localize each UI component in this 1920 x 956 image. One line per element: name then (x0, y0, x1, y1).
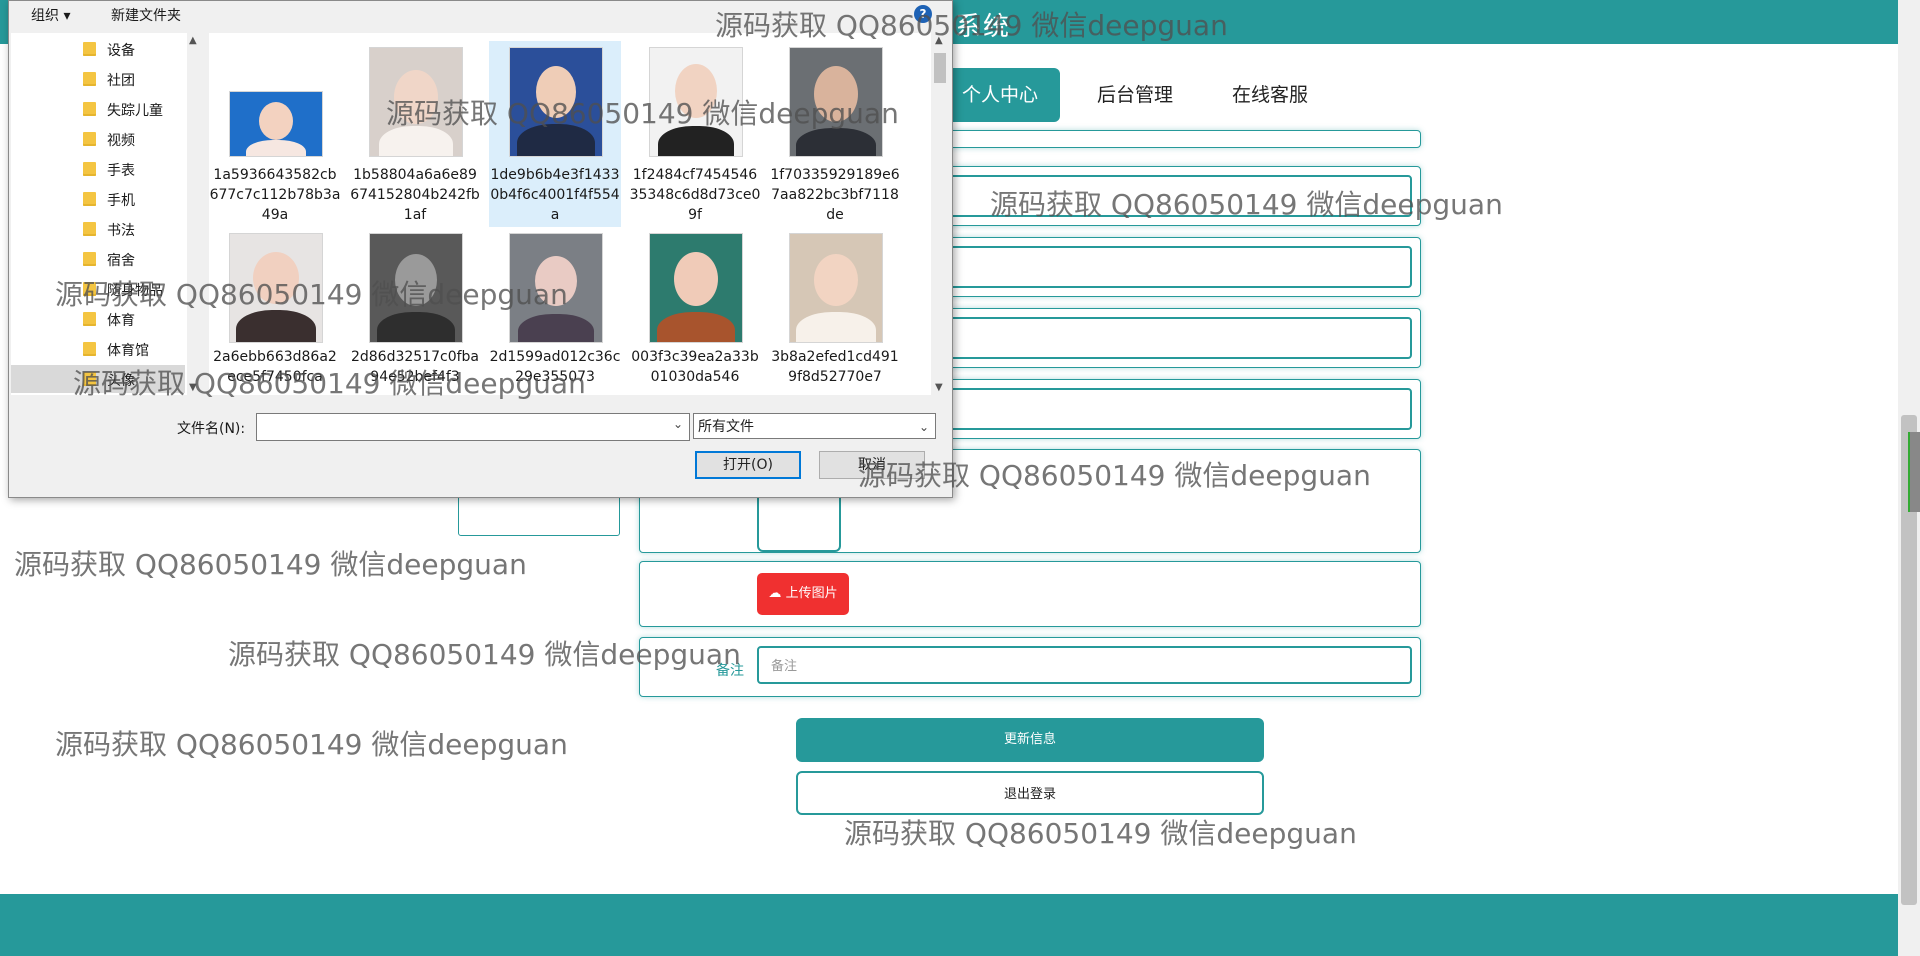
image-thumbnail (229, 91, 323, 157)
image-thumbnail (369, 233, 463, 343)
folder-icon (83, 72, 96, 86)
tree-item[interactable]: 随身物品 (11, 275, 185, 303)
nav-personal-center[interactable]: 个人中心 (940, 68, 1060, 122)
image-thumbnail (649, 47, 743, 157)
help-icon[interactable]: ? (914, 5, 932, 23)
watermark-text: 源码获取 QQ86050149 微信deepguan (14, 548, 527, 581)
upload-image-button[interactable]: ☁ 上传图片 (757, 573, 849, 615)
nav-online-service[interactable]: 在线客服 (1215, 68, 1325, 122)
upload-row: ☁ 上传图片 (639, 561, 1421, 627)
chevron-down-icon[interactable]: ⌄ (919, 414, 929, 440)
tree-item[interactable]: 失踪儿童 (11, 95, 185, 123)
folder-icon (83, 162, 96, 176)
tree-item[interactable]: 设备 (11, 35, 185, 63)
file-open-dialog: 组织 ▾ 新建文件夹 ? 设备 社团 失踪儿童 视频 手表 手机 书法 宿舍 随… (8, 0, 953, 498)
tree-item[interactable]: 手表 (11, 155, 185, 183)
tree-item[interactable]: 体育 (11, 305, 185, 333)
filetype-value: 所有文件 (698, 419, 754, 435)
folder-icon (83, 252, 96, 266)
chevron-down-icon[interactable]: ⌄ (673, 417, 683, 431)
image-thumbnail (369, 47, 463, 157)
tree-item[interactable]: 宿舍 (11, 245, 185, 273)
image-thumbnail (789, 47, 883, 157)
scroll-down-icon[interactable]: ▼ (189, 382, 197, 393)
file-name: 1f70335929189e67aa822bc3bf7118de (770, 167, 900, 223)
file-name: 1b58804a6a6e89674152804b242fb1af (350, 167, 480, 223)
cancel-button[interactable]: 取消 (819, 451, 925, 479)
file-item[interactable]: 3b8a2efed1cd4919f8d52770e7 (769, 233, 901, 395)
folder-icon (83, 312, 96, 326)
file-item[interactable]: 1f70335929189e67aa822bc3bf7118de (769, 41, 901, 227)
tree-item[interactable]: 社团 (11, 65, 185, 93)
filetype-select[interactable]: 所有文件 ⌄ (693, 413, 936, 439)
scroll-handle-icon (1908, 432, 1920, 512)
folder-icon (83, 102, 96, 116)
folder-icon (83, 282, 96, 296)
tree-scrollbar[interactable]: ▲ ▼ (187, 33, 201, 395)
remark-row: 备注 备注 (639, 637, 1421, 697)
folder-tree: 设备 社团 失踪儿童 视频 手表 手机 书法 宿舍 随身物品 体育 体育馆 头像… (11, 33, 201, 395)
file-name: 1de9b6b4e3f14330b4f6c4001f4f554a (490, 167, 620, 223)
scroll-up-icon[interactable]: ▲ (189, 35, 197, 46)
file-grid-scrollbar-thumb[interactable] (934, 53, 946, 83)
watermark-text: 源码获取 QQ86050149 微信deepguan (55, 728, 568, 761)
folder-icon (83, 42, 96, 56)
site-title: 系统 (955, 12, 1012, 42)
file-name: 003f3c39ea2a33b01030da546 (631, 349, 759, 385)
folder-icon (83, 342, 96, 356)
tree-item[interactable]: 视频 (11, 125, 185, 153)
file-item[interactable]: 1a5936643582cb677c7c112b78b3a49a (209, 41, 341, 227)
nav-admin[interactable]: 后台管理 (1085, 68, 1185, 122)
footer (0, 894, 1898, 956)
scroll-up-icon[interactable]: ▲ (935, 35, 943, 46)
cloud-upload-icon: ☁ (768, 586, 786, 601)
file-grid-scrollbar[interactable]: ▲ ▼ (931, 33, 949, 395)
image-thumbnail (509, 47, 603, 157)
organize-menu[interactable]: 组织 ▾ (31, 5, 70, 25)
remark-input[interactable]: 备注 (757, 646, 1412, 684)
file-item[interactable]: 2d86d32517c0fba94e52bef4f3 (349, 233, 481, 395)
new-folder-button[interactable]: 新建文件夹 (111, 5, 181, 25)
image-thumbnail (509, 233, 603, 343)
file-name: 1a5936643582cb677c7c112b78b3a49a (209, 167, 341, 223)
file-name: 1f2484cf745454635348c6d8d73ce09f (629, 167, 761, 223)
tree-item[interactable]: 手机 (11, 185, 185, 213)
file-name: 2d1599ad012c36c29e355073 (489, 349, 621, 385)
file-item[interactable]: 1b58804a6a6e89674152804b242fb1af (349, 41, 481, 227)
update-info-button[interactable]: 更新信息 (796, 718, 1264, 762)
tree-item-selected[interactable]: 头像 (11, 365, 185, 393)
image-thumbnail (789, 233, 883, 343)
file-item[interactable]: 003f3c39ea2a33b01030da546 (629, 233, 761, 395)
scroll-down-icon[interactable]: ▼ (935, 382, 943, 393)
folder-icon (83, 372, 96, 386)
logout-button[interactable]: 退出登录 (796, 771, 1264, 815)
open-button[interactable]: 打开(O) (695, 451, 801, 479)
file-item[interactable]: 2a6ebb663d86a2ece5f7450fca (209, 233, 341, 395)
watermark-text: 源码获取 QQ86050149 微信deepguan (844, 817, 1357, 850)
image-thumbnail (649, 233, 743, 343)
file-item[interactable]: 2d1599ad012c36c29e355073 (489, 233, 621, 395)
folder-icon (83, 192, 96, 206)
file-name: 3b8a2efed1cd4919f8d52770e7 (771, 349, 899, 385)
tree-item[interactable]: 体育馆 (11, 335, 185, 363)
remark-label: 备注 (716, 663, 744, 679)
file-item[interactable]: 1f2484cf745454635348c6d8d73ce09f (629, 41, 761, 227)
image-thumbnail (229, 233, 323, 343)
file-name: 2d86d32517c0fba94e52bef4f3 (350, 349, 480, 385)
file-item-selected[interactable]: 1de9b6b4e3f14330b4f6c4001f4f554a (489, 41, 621, 227)
filename-input[interactable]: ⌄ (256, 413, 690, 441)
file-name: 2a6ebb663d86a2ece5f7450fca (213, 349, 337, 385)
file-grid: 1a5936643582cb677c7c112b78b3a49a 1b58804… (209, 33, 949, 395)
folder-icon (83, 132, 96, 146)
filename-label: 文件名(N): (177, 421, 246, 437)
tree-item[interactable]: 书法 (11, 215, 185, 243)
folder-icon (83, 222, 96, 236)
